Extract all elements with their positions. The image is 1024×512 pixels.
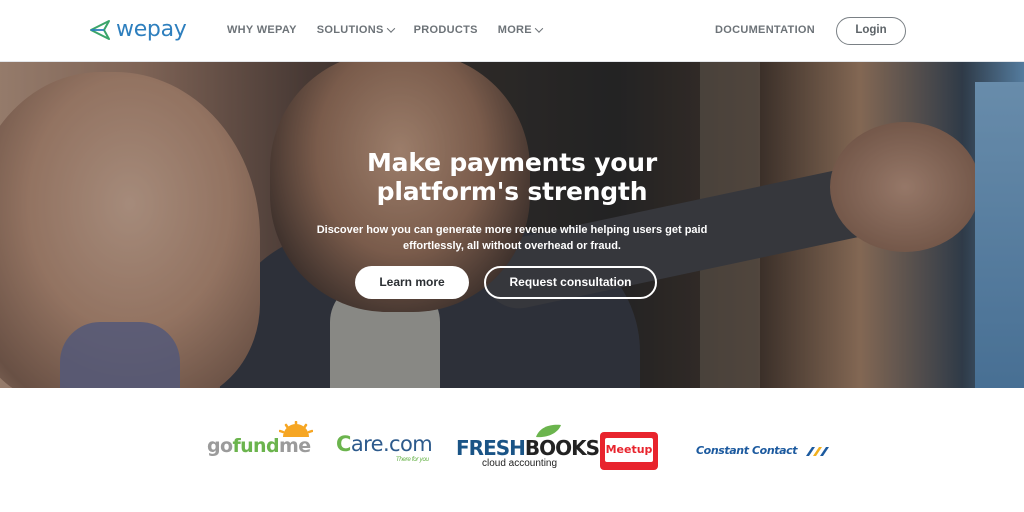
constant-contact-wordmark: Constant Contact	[696, 444, 798, 457]
nav-more-label: MORE	[497, 24, 532, 36]
hero-subtitle: Discover how you can generate more reven…	[292, 222, 732, 254]
care-com-logo: Care.com There for you	[336, 432, 433, 463]
learn-more-button[interactable]: Learn more	[355, 266, 469, 299]
nav-more[interactable]: MORE	[497, 24, 544, 36]
gofundme-sun-icon	[279, 421, 313, 437]
chevron-down-icon	[386, 24, 395, 33]
login-button[interactable]: Login	[836, 17, 906, 45]
hero-subtitle-line2: effortlessly, all without overhead or fr…	[402, 240, 621, 252]
freshbooks-leaf-icon	[536, 424, 561, 438]
care-c: C	[336, 432, 351, 456]
wepay-paper-plane-icon	[90, 19, 110, 40]
nav-products[interactable]: PRODUCTS	[414, 24, 478, 36]
gofundme-go: go	[207, 435, 233, 457]
hero-content: Make payments your platform's strength D…	[0, 62, 1024, 388]
nav-why-wepay-label: WHY WEPAY	[227, 24, 297, 36]
nav-solutions-label: SOLUTIONS	[316, 24, 384, 36]
request-consultation-button[interactable]: Request consultation	[484, 266, 657, 299]
constant-contact-logo: Constant Contact	[696, 444, 830, 457]
documentation-link[interactable]: DOCUMENTATION	[715, 24, 815, 36]
site-header: wepay WHY WEPAY SOLUTIONS PRODUCTS MORE …	[0, 0, 1024, 62]
freshbooks-wordmark: FRESHBOOKS	[456, 436, 600, 460]
nav-solutions[interactable]: SOLUTIONS	[316, 24, 395, 36]
gofundme-me: me	[279, 435, 311, 457]
wepay-logo[interactable]: wepay	[88, 17, 187, 42]
customer-logos: gofundme Care.com There for you FRESHBOO…	[0, 388, 1024, 512]
nav-products-label: PRODUCTS	[413, 24, 478, 36]
care-tagline: There for you	[396, 456, 429, 463]
main-nav: WHY WEPAY SOLUTIONS PRODUCTS MORE	[227, 24, 544, 36]
hero-title-line2: platform's strength	[376, 177, 648, 206]
hero-banner: Make payments your platform's strength D…	[0, 62, 1024, 388]
gofundme-fund: fund	[232, 435, 279, 457]
brand-name: wepay	[116, 17, 187, 42]
gofundme-logo: gofundme	[207, 421, 313, 457]
meetup-wordmark: Meetup	[605, 438, 653, 462]
hero-subtitle-line1: Discover how you can generate more reven…	[316, 224, 708, 236]
constant-contact-mark-icon	[805, 447, 829, 456]
nav-why-wepay[interactable]: WHY WEPAY	[227, 24, 297, 36]
freshbooks-logo: FRESHBOOKS cloud accounting	[456, 424, 600, 470]
chevron-down-icon	[534, 24, 544, 33]
hero-title: Make payments your platform's strength	[262, 148, 762, 206]
hero-title-line1: Make payments your	[367, 148, 657, 177]
care-rest: are.com	[350, 432, 433, 456]
freshbooks-books: BOOKS	[524, 436, 600, 460]
meetup-logo: Meetup	[600, 432, 658, 470]
freshbooks-fresh: FRESH	[456, 436, 526, 460]
